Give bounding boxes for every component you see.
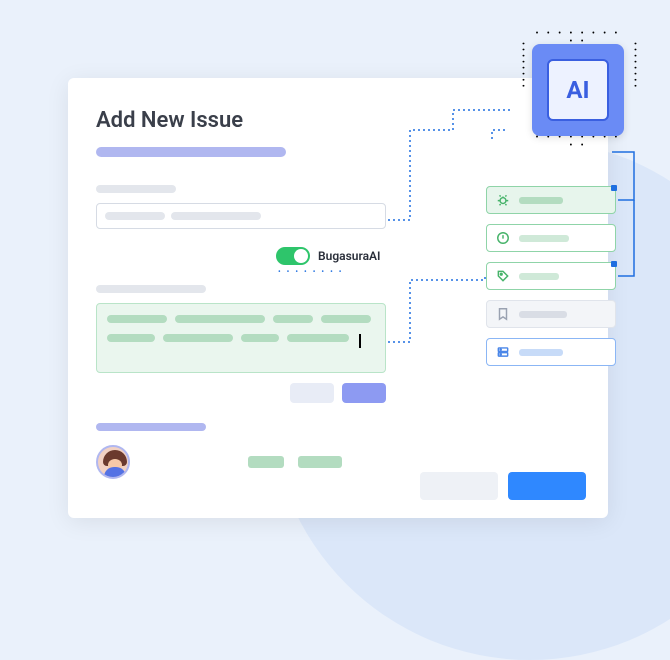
primary-small-button[interactable] <box>342 383 386 403</box>
bug-icon <box>495 192 511 208</box>
description-button-row <box>96 383 386 403</box>
status-chip[interactable] <box>298 456 342 468</box>
ai-chip: • • • • • • • • • • • • • • • • • • • • … <box>518 30 638 150</box>
suggestion-bug[interactable] <box>486 186 616 214</box>
page-title: Add New Issue <box>96 108 580 133</box>
description-label-placeholder <box>96 285 206 293</box>
ai-chip-label: AI <box>547 59 609 121</box>
field-label-placeholder <box>96 185 176 193</box>
footer-buttons <box>420 472 586 500</box>
alert-circle-icon <box>495 230 511 246</box>
text-cursor-icon <box>359 334 361 348</box>
ai-toggle[interactable] <box>276 247 310 265</box>
secondary-small-button[interactable] <box>290 383 334 403</box>
title-input[interactable] <box>96 203 386 229</box>
ai-suggestions-panel <box>486 186 616 366</box>
ai-description-textarea[interactable] <box>96 303 386 373</box>
suggestion-server[interactable] <box>486 338 616 366</box>
corner-tick-icon <box>611 185 617 191</box>
bookmark-icon <box>495 306 511 322</box>
section-bar <box>96 423 206 431</box>
tag-icon <box>495 268 511 284</box>
status-chip[interactable] <box>248 456 284 468</box>
submit-button[interactable] <box>508 472 586 500</box>
ai-toggle-label: BugasuraAI <box>318 249 380 263</box>
server-icon <box>495 344 511 360</box>
cancel-button[interactable] <box>420 472 498 500</box>
corner-tick-icon <box>611 261 617 267</box>
title-accent-bar <box>96 147 286 157</box>
avatar[interactable] <box>96 445 130 479</box>
suggestion-bookmark[interactable] <box>486 300 616 328</box>
suggestion-priority[interactable] <box>486 224 616 252</box>
suggestion-tag[interactable] <box>486 262 616 290</box>
